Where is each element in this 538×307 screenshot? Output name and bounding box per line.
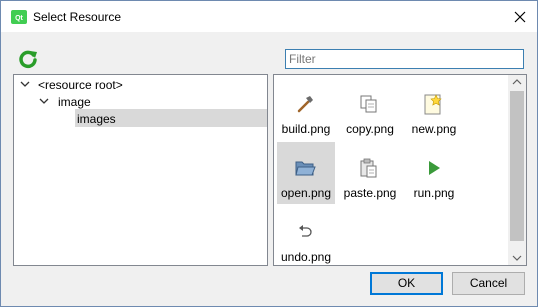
file-name: build.png [281,122,331,136]
tree-item-label: images [77,112,116,126]
ok-button[interactable]: OK [370,272,443,295]
cancel-button[interactable]: Cancel [452,272,525,295]
file-item-copy[interactable]: copy.png [341,78,399,140]
select-resource-dialog: Qt Select Resource <resource root> image… [0,0,538,307]
folder-open-icon [295,161,316,176]
chevron-down-icon[interactable] [20,79,30,89]
copy-icon [360,95,377,113]
tree-item-images[interactable]: images [14,109,267,127]
tree-item-image[interactable]: image [14,92,267,110]
file-item-build[interactable]: build.png [277,78,335,140]
file-item-run[interactable]: run.png [405,142,463,204]
file-name: undo.png [280,250,332,264]
tree-item-resource-root[interactable]: <resource root> [14,75,267,93]
resource-tree: <resource root> image images [13,74,268,266]
file-item-paste[interactable]: paste.png [341,142,399,204]
reload-icon[interactable] [17,48,39,70]
filter-input[interactable] [285,49,524,69]
file-list: build.png copy.png new.png open.png past… [273,74,527,266]
file-item-new[interactable]: new.png [405,78,463,140]
close-icon[interactable] [506,5,534,29]
new-file-icon [424,94,442,115]
paste-icon [360,158,377,178]
scrollbar-thumb[interactable] [510,91,524,241]
title-bar: Qt Select Resource [1,1,537,32]
file-name: paste.png [343,186,397,200]
file-name: run.png [413,186,455,200]
app-icon: Qt [11,10,27,24]
scroll-up-icon[interactable] [508,75,526,89]
window-title: Select Resource [33,10,122,24]
play-icon [429,161,440,175]
file-item-undo[interactable]: undo.png [277,206,335,265]
chevron-down-icon[interactable] [39,96,49,106]
file-name: copy.png [346,122,394,136]
scroll-down-icon[interactable] [508,251,526,265]
file-item-open[interactable]: open.png [277,142,335,204]
file-name: open.png [280,186,332,200]
file-list-scrollbar[interactable] [508,75,526,265]
undo-icon [299,225,312,237]
svg-text:Qt: Qt [15,15,23,22]
hammer-icon [297,96,313,113]
file-name: new.png [411,122,457,136]
